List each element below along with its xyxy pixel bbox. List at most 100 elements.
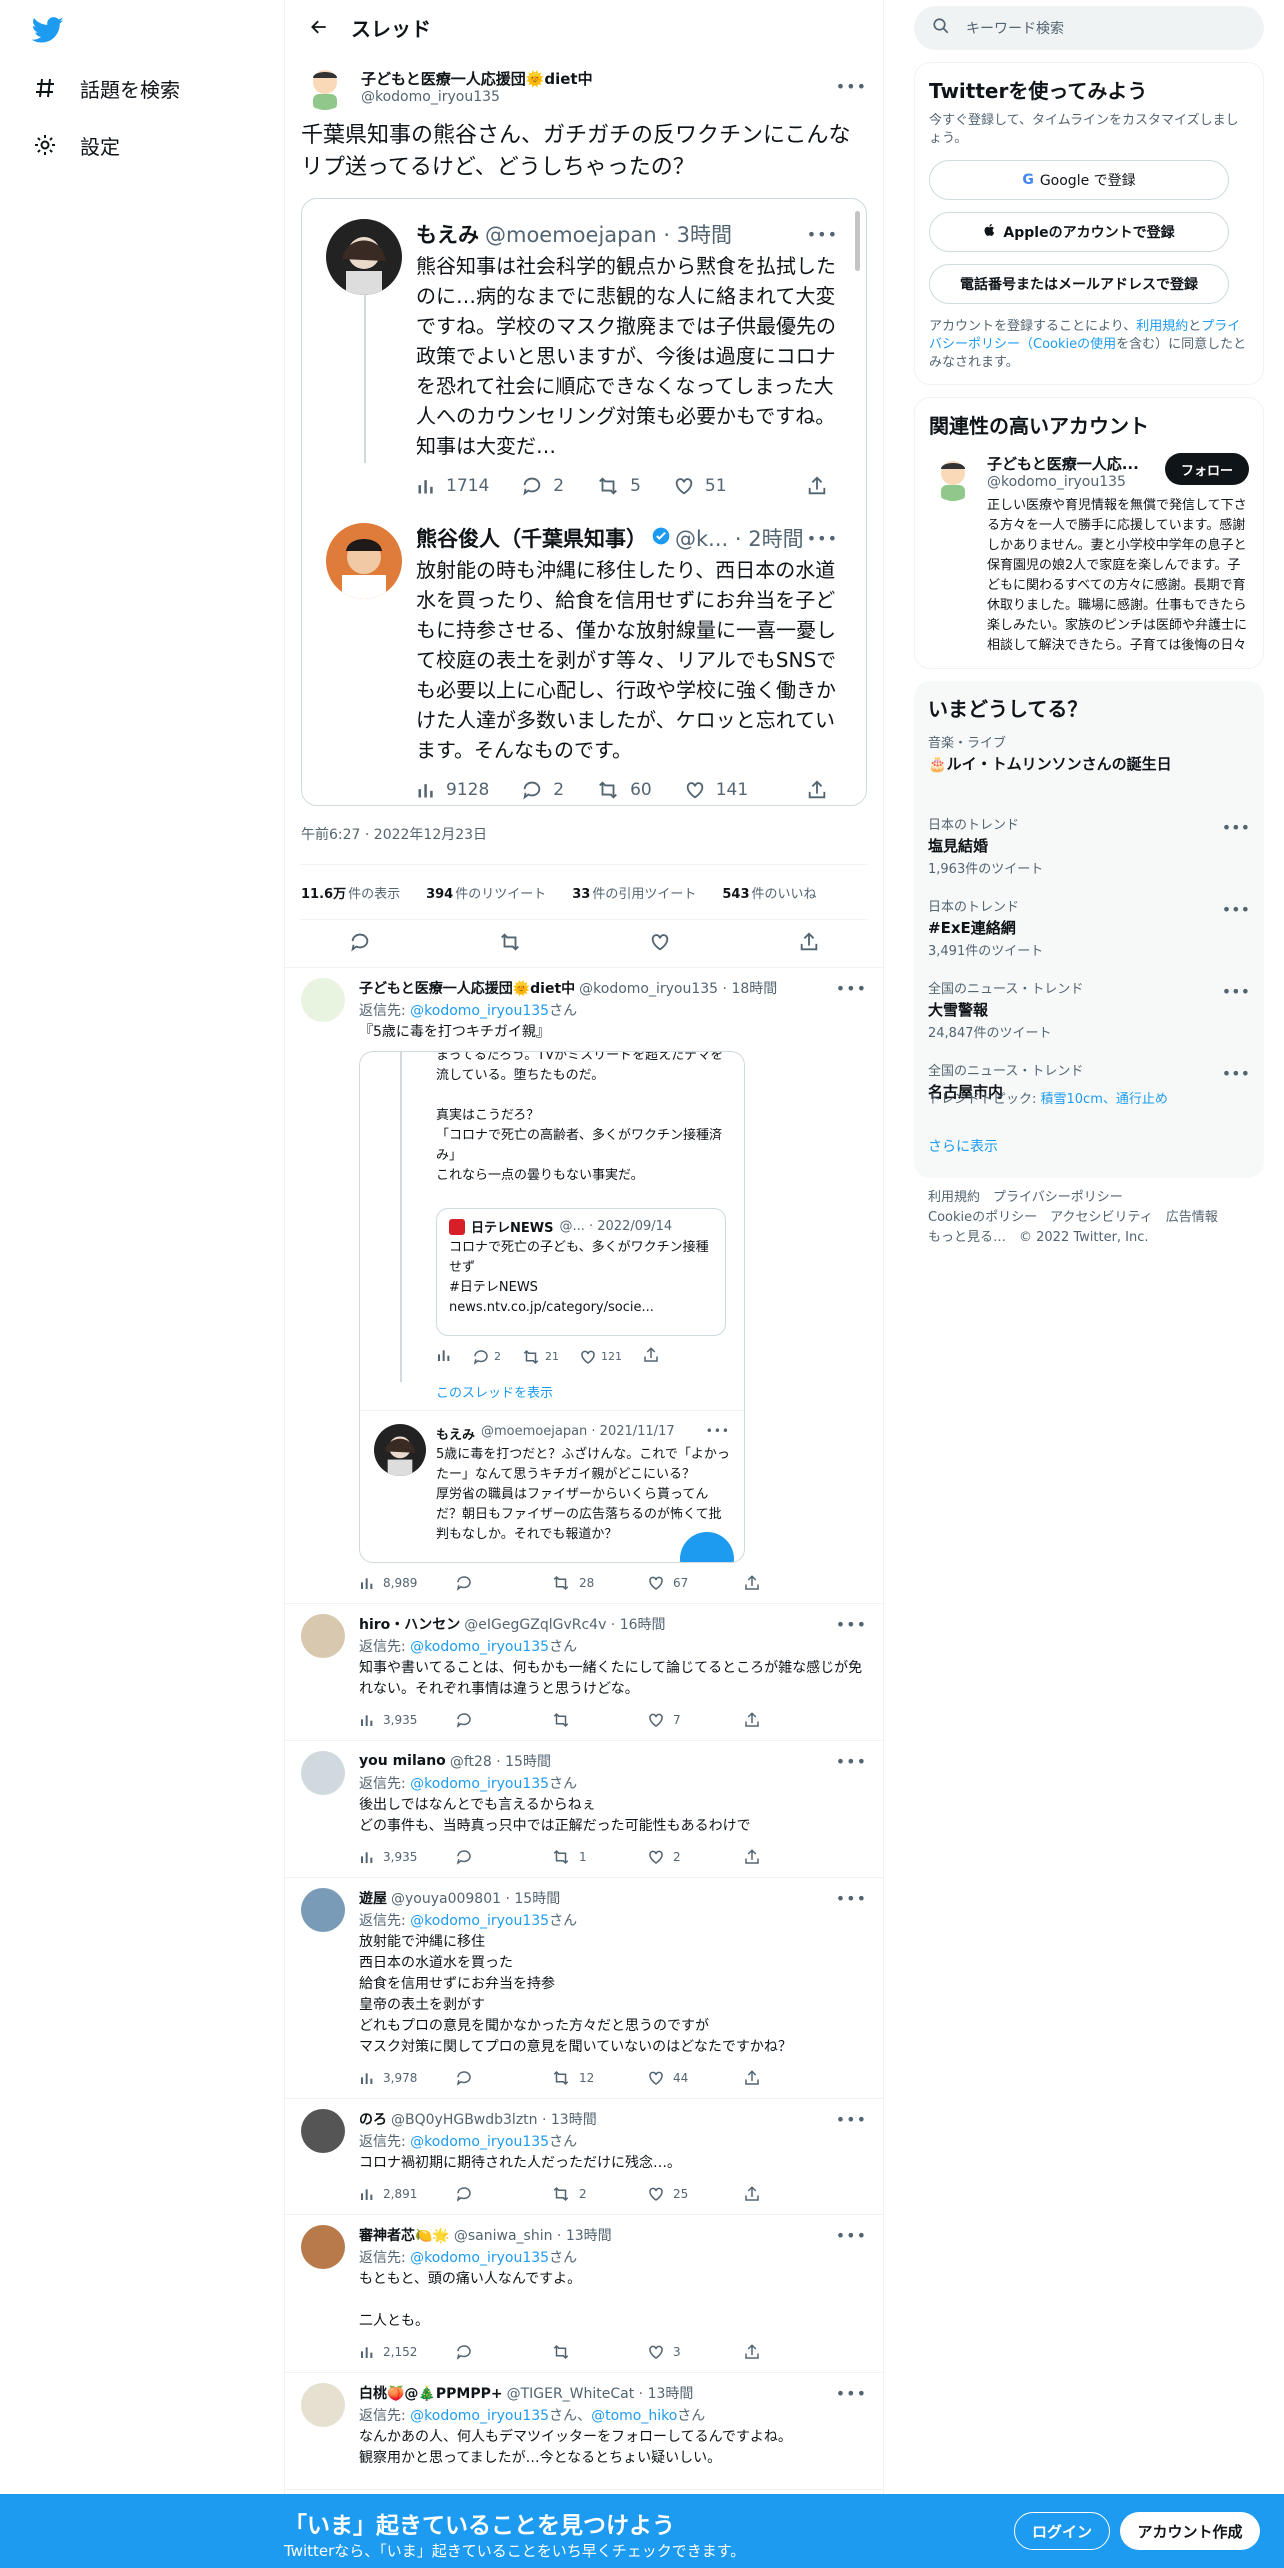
footer-line[interactable]: もっと見る… © 2022 Twitter, Inc. xyxy=(928,1228,1250,1248)
signup-button[interactable]: アカウント作成 xyxy=(1120,2512,1260,2550)
more-options-icon[interactable]: ••• xyxy=(836,1752,867,1771)
login-button[interactable]: ログイン xyxy=(1014,2512,1110,2550)
like-button[interactable]: 2 xyxy=(647,1848,743,1866)
reply-author-handle[interactable]: @saniwa_shin · 13時間 xyxy=(454,2225,612,2245)
author-handle[interactable]: @kodomo_iryou135 xyxy=(361,89,593,105)
avatar[interactable] xyxy=(301,62,349,110)
like-button[interactable]: 51 xyxy=(673,475,727,497)
stat-retweets[interactable]: 394 件のリツイート xyxy=(426,883,546,902)
retweet-button[interactable] xyxy=(551,1711,647,1729)
reply-to-link[interactable]: @kodomo_iryou135 xyxy=(410,1913,549,1929)
reply-button[interactable] xyxy=(455,2343,551,2361)
reply-author-name[interactable]: 白桃🍑@🎄PPMPP+ xyxy=(359,2383,503,2403)
reply-author-name[interactable]: のろ xyxy=(359,2109,387,2129)
more-options-icon[interactable]: ••• xyxy=(836,1615,867,1634)
more-options-icon[interactable]: ••• xyxy=(836,2110,867,2129)
views-stat[interactable]: 2,152 xyxy=(359,2344,455,2360)
show-more-link[interactable]: さらに表示 xyxy=(928,1136,1250,1166)
like-button[interactable]: 121 xyxy=(579,1348,622,1366)
reply-tweet[interactable]: 審神者芯🍋🌟 @saniwa_shin · 13時間 ••• 返信先: @kod… xyxy=(285,2215,883,2373)
avatar[interactable] xyxy=(301,2383,345,2427)
like-button[interactable]: 25 xyxy=(647,2185,743,2203)
avatar[interactable] xyxy=(374,1424,426,1476)
reply-author-name[interactable]: you milano xyxy=(359,1753,446,1769)
reply-tweet[interactable]: you milano @ft28 · 15時間 ••• 返信先: @kodomo… xyxy=(285,1741,883,1878)
retweet-button[interactable]: 1 xyxy=(551,1848,647,1866)
share-icon[interactable] xyxy=(743,2343,839,2361)
trend-item[interactable]: 日本のトレンド #ExE連絡網 3,491件のツイート ••• xyxy=(928,886,1250,968)
quoted-thread[interactable]: もえみ @moemoejapan · 3時間 ••• 熊谷知事は社会科学的観点か… xyxy=(301,198,867,806)
like-button[interactable]: 67 xyxy=(647,1574,743,1592)
reply-author-handle[interactable]: @youya009801 · 15時間 xyxy=(391,1888,560,1908)
like-button[interactable]: 44 xyxy=(647,2069,743,2087)
search-input[interactable]: キーワード検索 xyxy=(914,6,1264,50)
trend-item[interactable]: 音楽・ライブ 🎂ルイ・トムリンソンさんの誕生日 xyxy=(928,722,1250,804)
more-options-icon[interactable]: ••• xyxy=(836,2226,867,2245)
stat-likes[interactable]: 543 件のいいね xyxy=(722,883,816,902)
avatar[interactable] xyxy=(301,978,345,1022)
trend-item[interactable]: 日本のトレンド 塩見結婚 1,963件のツイート ••• xyxy=(928,804,1250,886)
views-stat[interactable]: 3,935 xyxy=(359,1849,455,1865)
embedded-thread[interactable]: まってるだろう。TVがミスリードを超えたデマを流している。堕ちたものだ。 真実は… xyxy=(359,1051,745,1563)
reply-author-handle[interactable]: @ft28 · 15時間 xyxy=(450,1751,551,1771)
reply-icon[interactable] xyxy=(349,931,371,957)
avatar[interactable] xyxy=(301,2225,345,2269)
views-icon[interactable] xyxy=(436,1347,452,1366)
share-icon[interactable] xyxy=(743,1574,839,1592)
more-options-icon[interactable]: ••• xyxy=(1222,818,1250,837)
views-stat[interactable]: 3,935 xyxy=(359,1712,455,1728)
phone-email-signup-button[interactable]: 電話番号またはメールアドレスで登録 xyxy=(929,264,1229,304)
follow-button[interactable]: フォロー xyxy=(1164,453,1249,485)
reply-to-link[interactable]: @tomo_hiko xyxy=(591,2408,677,2424)
reply-author-name[interactable]: 審神者芯🍋🌟 xyxy=(359,2225,450,2245)
more-options-icon[interactable]: ••• xyxy=(1222,1064,1250,1083)
terms-link[interactable]: 利用規約 xyxy=(1136,319,1188,334)
twitter-logo-icon[interactable] xyxy=(31,14,64,46)
retweet-button[interactable] xyxy=(551,2343,647,2361)
reply-button[interactable] xyxy=(455,1574,551,1592)
views-stat[interactable]: 9128 xyxy=(416,780,489,800)
like-button[interactable]: 141 xyxy=(684,779,748,801)
retweet-button[interactable]: 60 xyxy=(596,779,652,801)
footer-line[interactable]: 利用規約 プライバシーポリシー xyxy=(928,1188,1250,1208)
views-stat[interactable]: 8,989 xyxy=(359,1575,455,1591)
like-icon[interactable] xyxy=(649,931,671,957)
retweet-icon[interactable] xyxy=(498,931,522,957)
reply-to-link[interactable]: @kodomo_iryou135 xyxy=(410,2250,549,2266)
avatar[interactable] xyxy=(929,453,977,501)
retweet-button[interactable]: 5 xyxy=(596,475,641,497)
more-options-icon[interactable]: ••• xyxy=(1222,900,1250,919)
trend-item[interactable]: 全国のニュース・トレンド 名古屋市内 トレンドトピック: 積雪10cm、通行止め… xyxy=(928,1050,1250,1132)
reply-author-handle[interactable]: @BQ0yHGBwdb3lztn · 13時間 xyxy=(391,2109,597,2129)
stat-views[interactable]: 11.6万 件の表示 xyxy=(301,883,400,902)
more-options-icon[interactable]: ••• xyxy=(836,1889,867,1908)
reply-tweet[interactable]: 遊屋 @youya009801 · 15時間 ••• 返信先: @kodomo_… xyxy=(285,1878,883,2099)
back-arrow-icon[interactable] xyxy=(301,9,337,45)
more-options-icon[interactable]: ••• xyxy=(807,225,838,244)
sidebar-item-explore[interactable]: 話題を検索 xyxy=(32,64,180,112)
show-thread-link[interactable]: このスレッドを表示 xyxy=(436,1382,553,1401)
reply-author-name[interactable]: 遊屋 xyxy=(359,1888,387,1908)
reply-button[interactable]: 2 xyxy=(521,475,564,497)
avatar[interactable] xyxy=(301,1614,345,1658)
share-icon[interactable] xyxy=(743,1711,839,1729)
reply-to-link[interactable]: @kodomo_iryou135 xyxy=(410,2134,549,2150)
share-icon[interactable] xyxy=(743,1848,839,1866)
reply-author-name[interactable]: hiro・ハンセン xyxy=(359,1614,460,1634)
reply-author-handle[interactable]: @eIGegGZqlGvRc4v · 16時間 xyxy=(464,1614,665,1634)
more-options-icon[interactable]: ••• xyxy=(836,2384,867,2403)
more-options-icon[interactable]: ••• xyxy=(836,979,867,998)
reply-tweet[interactable]: hiro・ハンセン @eIGegGZqlGvRc4v · 16時間 ••• 返信… xyxy=(285,1604,883,1741)
tweet-timestamp[interactable]: 午前6:27 · 2022年12月23日 xyxy=(301,824,867,852)
reply-author-handle[interactable]: @kodomo_iryou135 · 18時間 xyxy=(579,978,777,998)
reply-tweet[interactable]: 白桃🍑@🎄PPMPP+ @TIGER_WhiteCat · 13時間 ••• 返… xyxy=(285,2373,883,2490)
apple-signup-button[interactable]: Appleのアカウントで登録 xyxy=(929,212,1229,252)
share-icon[interactable] xyxy=(642,1346,660,1367)
reply-to-link[interactable]: @kodomo_iryou135 xyxy=(410,1639,549,1655)
reply-button[interactable] xyxy=(455,1711,551,1729)
more-options-icon[interactable]: ••• xyxy=(706,1424,730,1443)
like-button[interactable]: 7 xyxy=(647,1711,743,1729)
like-button[interactable]: 3 xyxy=(647,2343,743,2361)
retweet-button[interactable]: 12 xyxy=(551,2069,647,2087)
reply-tweet[interactable]: 子どもと医療一人応援団🌞diet中 @kodomo_iryou135 · 18時… xyxy=(285,968,883,1604)
